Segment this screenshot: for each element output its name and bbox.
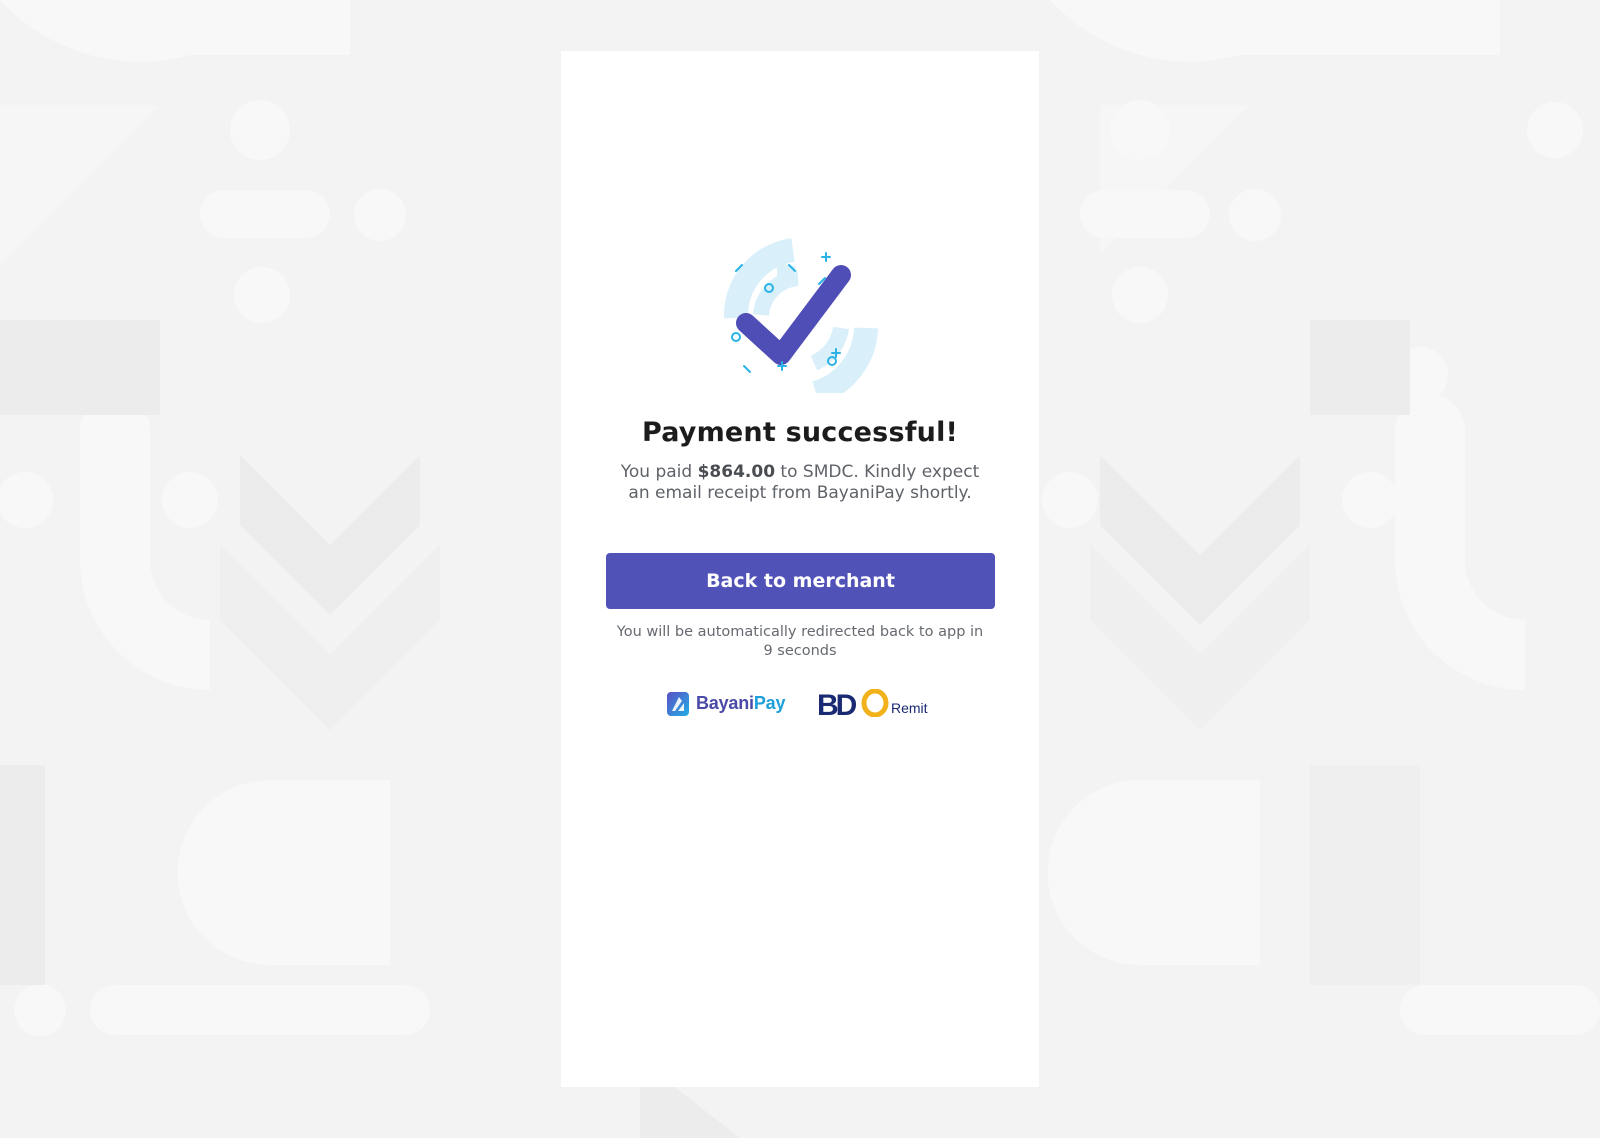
message-prefix: You paid bbox=[620, 462, 698, 482]
bdo-logo-icon: BD bbox=[817, 689, 889, 717]
bayanipay-logo: BayaniPay bbox=[667, 692, 802, 718]
check-icon bbox=[723, 238, 878, 393]
payment-result-card: Payment successful! You paid $864.00 to … bbox=[561, 51, 1039, 1087]
bayanipay-name-part2: Pay bbox=[753, 693, 786, 713]
bayanipay-name-part1: Bayani bbox=[696, 693, 754, 713]
payment-message: You paid $864.00 to SMDC. Kindly expect … bbox=[615, 462, 985, 504]
redirect-note: You will be automatically redirected bac… bbox=[616, 624, 984, 659]
page-title: Payment successful! bbox=[641, 417, 959, 448]
bayanipay-logo-icon bbox=[667, 692, 689, 716]
partner-logos: BayaniPay BD Remit bbox=[667, 689, 937, 719]
bdo-wordmark: BD bbox=[817, 689, 857, 717]
bayanipay-wordmark: BayaniPay bbox=[696, 693, 785, 714]
payment-amount: $864.00 bbox=[697, 462, 776, 482]
bdo-remit-logo: BD Remit bbox=[817, 689, 937, 719]
back-to-merchant-button[interactable]: Back to merchant bbox=[606, 553, 995, 609]
bdo-remit-text: Remit bbox=[891, 700, 928, 716]
